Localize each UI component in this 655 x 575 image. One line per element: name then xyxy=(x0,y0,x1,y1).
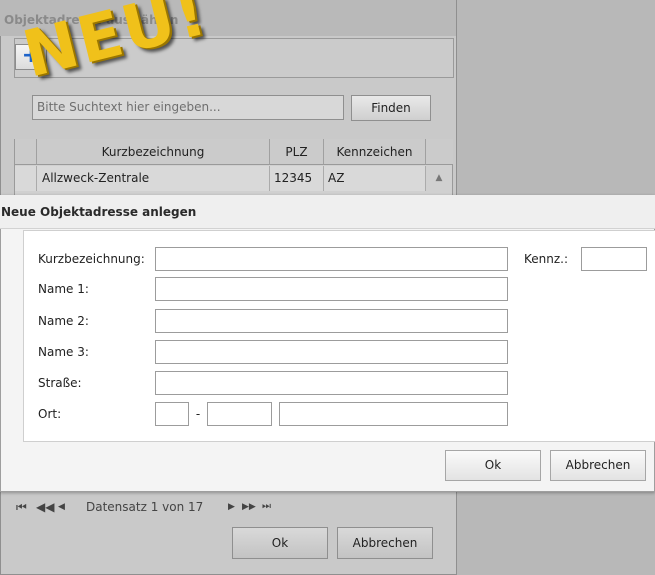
scroll-up-icon[interactable]: ▲ xyxy=(427,166,451,191)
strasse-label: Straße: xyxy=(38,376,82,390)
column-header-kennzeichen[interactable]: Kennzeichen xyxy=(324,139,426,165)
pager: ⏮ ◀◀ ◀ Datensatz 1 von 17 ▶ ▶▶ ⏭ xyxy=(14,498,453,518)
row-indicator[interactable] xyxy=(15,166,37,191)
table-cell-kurzbezeichnung[interactable]: Allzweck-Zentrale xyxy=(37,166,270,191)
kurzbezeichnung-field[interactable] xyxy=(155,247,508,271)
next-page-fast-icon[interactable]: ▶▶ xyxy=(242,502,256,512)
column-header-plz[interactable]: PLZ xyxy=(270,139,324,165)
first-page-icon[interactable]: ⏮ xyxy=(16,500,27,515)
name3-label: Name 3: xyxy=(38,345,89,359)
ort-label: Ort: xyxy=(38,407,62,421)
cancel-button[interactable]: Abbrechen xyxy=(550,450,646,481)
next-page-icon[interactable]: ▶ xyxy=(228,502,235,512)
dialog-title: Neue Objektadresse anlegen xyxy=(0,195,655,229)
background-ok-button[interactable]: Ok xyxy=(232,527,328,559)
name2-label: Name 2: xyxy=(38,314,89,328)
row-indicator-header xyxy=(15,139,37,165)
background-cancel-button[interactable]: Abbrechen xyxy=(337,527,433,559)
strasse-field[interactable] xyxy=(155,371,508,395)
ort-field[interactable] xyxy=(279,402,508,426)
ok-button[interactable]: Ok xyxy=(445,450,541,481)
table-cell-plz[interactable]: 12345 xyxy=(270,166,324,191)
country-code-field[interactable] xyxy=(155,402,189,426)
name3-field[interactable] xyxy=(155,340,508,364)
kennzeichen-field[interactable] xyxy=(581,247,647,271)
last-page-icon[interactable]: ⏭ xyxy=(262,501,271,512)
ort-separator: - xyxy=(195,407,201,421)
scroll-header xyxy=(426,139,453,165)
search-input[interactable]: Bitte Suchtext hier eingeben... xyxy=(32,95,344,120)
name2-field[interactable] xyxy=(155,309,508,333)
kurzbezeichnung-label: Kurzbezeichnung: xyxy=(38,252,145,266)
find-button[interactable]: Finden xyxy=(351,95,431,121)
pager-text: Datensatz 1 von 17 xyxy=(86,500,204,514)
kennzeichen-label: Kennz.: xyxy=(524,252,569,266)
plz-field[interactable] xyxy=(207,402,272,426)
prev-page-icon[interactable]: ◀ xyxy=(58,502,65,512)
name1-label: Name 1: xyxy=(38,282,89,296)
column-header-kurzbezeichnung[interactable]: Kurzbezeichnung xyxy=(37,139,270,165)
prev-page-fast-icon[interactable]: ◀◀ xyxy=(36,500,54,514)
table-cell-kennzeichen[interactable]: AZ xyxy=(324,166,426,191)
name1-field[interactable] xyxy=(155,277,508,301)
